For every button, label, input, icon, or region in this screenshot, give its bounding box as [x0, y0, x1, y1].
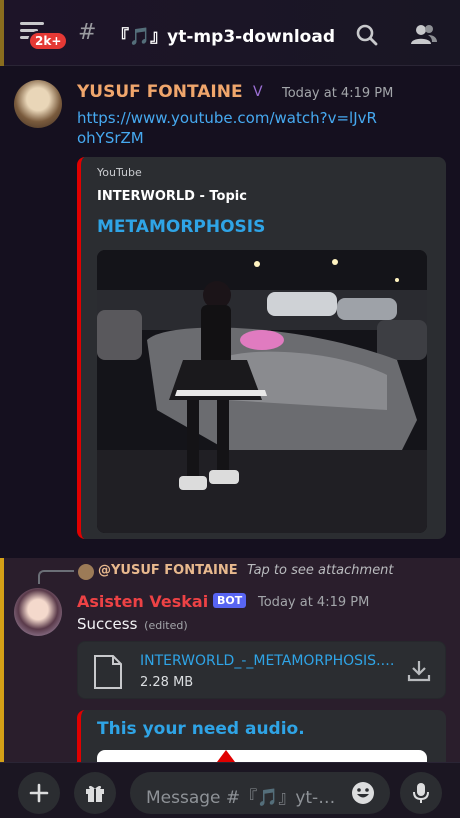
channel-hash-icon: # — [78, 20, 97, 45]
message-list[interactable]: YUSUF FONTAINE V Today at 4:19 PM https:… — [0, 66, 460, 762]
emoji-icon — [352, 782, 374, 804]
voice-message-button[interactable] — [400, 772, 442, 814]
message-link[interactable]: https://www.youtube.com/watch?v=lJvRohYS… — [77, 108, 377, 148]
members-button[interactable] — [410, 22, 437, 48]
embed-provider: YouTube — [97, 166, 142, 179]
reply-connector — [38, 570, 74, 584]
reply-preview[interactable]: Tap to see attachment — [247, 563, 394, 578]
microphone-icon — [413, 783, 429, 803]
role-icon: V — [253, 84, 263, 100]
embed-image-marker — [217, 750, 235, 762]
audio-embed[interactable]: This your need audio. — [77, 710, 446, 762]
message-input[interactable]: Message #『🎵』yt-mp3-download — [130, 772, 390, 814]
channel-title[interactable]: 『🎵』yt-mp3-download — [112, 22, 335, 47]
message-text: Success — [77, 615, 138, 633]
reply-avatar — [78, 564, 94, 580]
message-input-placeholder[interactable]: Message #『🎵』yt-mp3-download — [146, 783, 336, 808]
message-author[interactable]: YUSUF FONTAINE — [77, 82, 243, 102]
emoji-button[interactable] — [350, 780, 376, 806]
embed-author[interactable]: INTERWORLD - Topic — [97, 189, 247, 204]
file-name-link[interactable]: INTERWORLD_-_METAMORPHOSIS.mp3 — [140, 653, 395, 669]
header-accent — [0, 0, 4, 66]
file-icon — [94, 655, 122, 689]
gift-icon — [86, 785, 104, 802]
composer-bar: Message #『🎵』yt-mp3-download — [0, 762, 460, 818]
gift-button[interactable] — [74, 772, 116, 814]
embed-image[interactable] — [97, 750, 427, 762]
file-size: 2.28 MB — [140, 675, 194, 690]
thumbnail-scene-image — [97, 250, 427, 533]
add-attachment-button[interactable] — [18, 772, 60, 814]
avatar[interactable] — [14, 80, 62, 128]
mention-accent — [0, 558, 4, 762]
bot-badge: BOT — [213, 593, 247, 608]
search-icon — [356, 24, 378, 46]
plus-icon — [29, 783, 49, 803]
embed-title: This your need audio. — [97, 719, 305, 739]
youtube-embed[interactable]: YouTube INTERWORLD - Topic METAMORPHOSIS — [77, 157, 446, 539]
message-timestamp: Today at 4:19 PM — [282, 86, 394, 101]
message-content: Success (edited) — [77, 615, 188, 633]
video-thumbnail[interactable] — [97, 250, 427, 533]
edited-label: (edited) — [144, 619, 188, 632]
message-timestamp: Today at 4:19 PM — [258, 595, 370, 610]
reply-author[interactable]: @YUSUF FONTAINE — [98, 563, 238, 578]
search-button[interactable] — [354, 22, 380, 48]
download-icon — [407, 661, 431, 682]
bot-avatar[interactable] — [14, 588, 62, 636]
file-attachment[interactable]: INTERWORLD_-_METAMORPHOSIS.mp3 2.28 MB — [77, 641, 446, 699]
channel-header: 2k+ # 『🎵』yt-mp3-download — [0, 0, 460, 66]
message-author[interactable]: Asisten Veskai — [77, 592, 208, 611]
menu-button[interactable]: 2k+ — [20, 22, 69, 52]
embed-title[interactable]: METAMORPHOSIS — [97, 217, 265, 237]
members-icon — [411, 25, 437, 44]
download-button[interactable] — [406, 658, 432, 684]
notification-badge: 2k+ — [28, 31, 69, 51]
